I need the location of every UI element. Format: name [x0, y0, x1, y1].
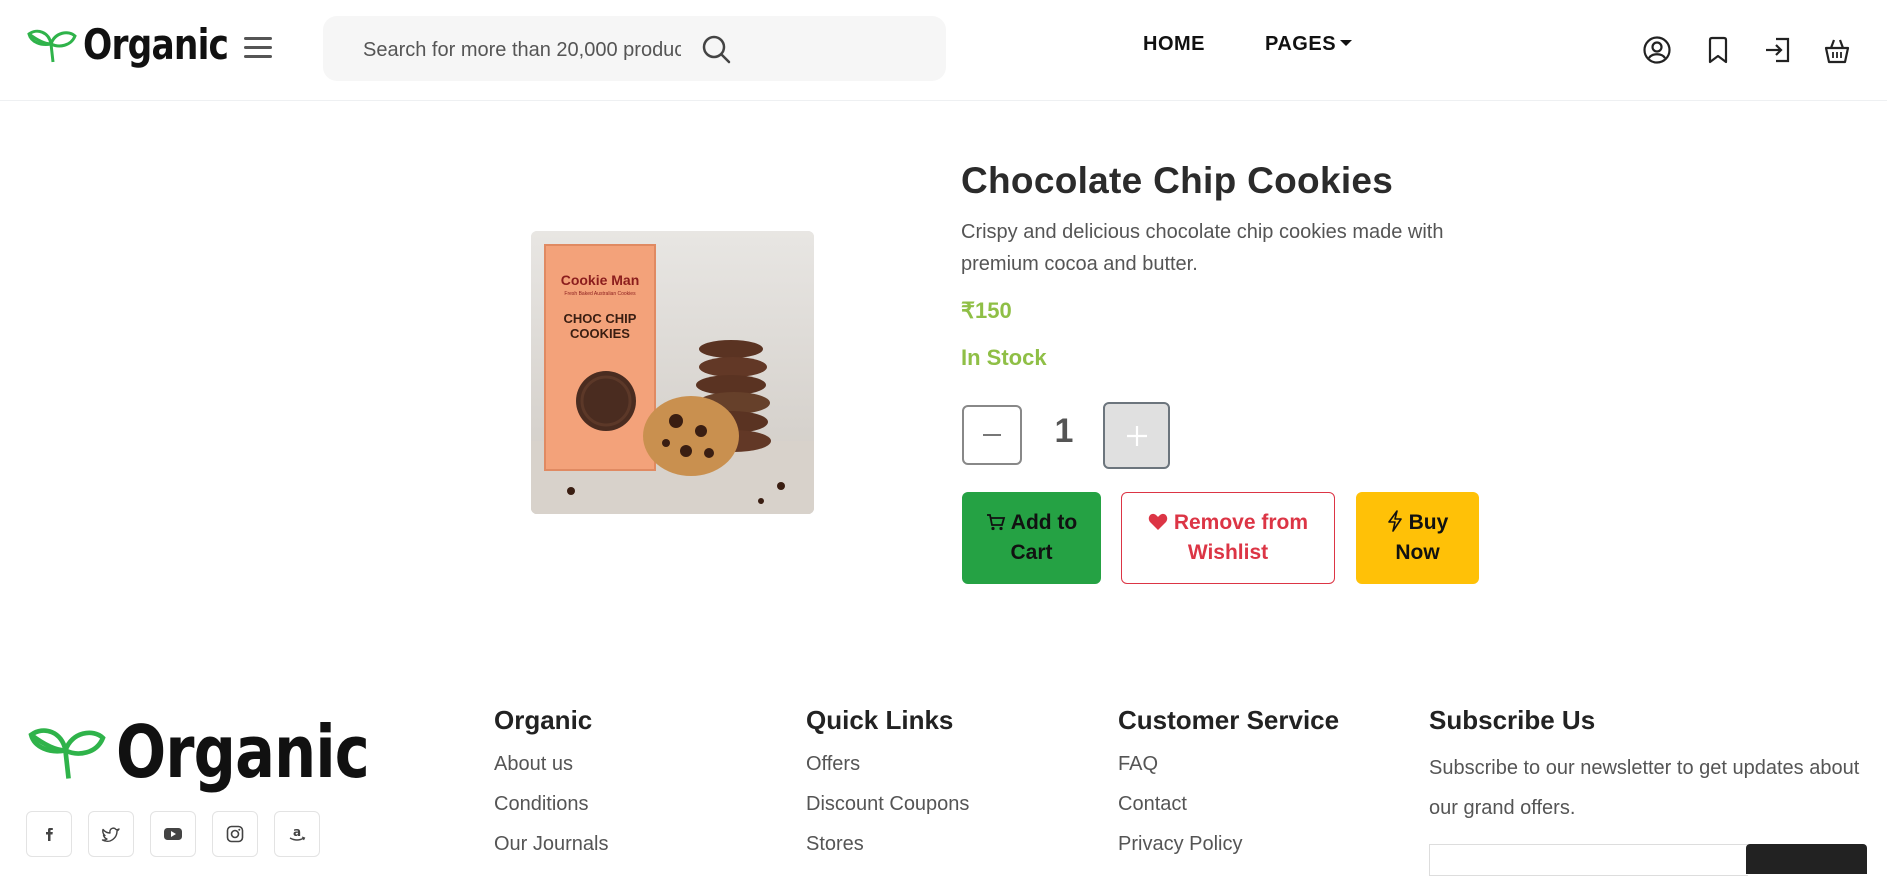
- leaf-logo-icon: [28, 728, 106, 779]
- amazon-icon: a: [289, 825, 306, 841]
- lightning-icon: [1387, 510, 1402, 532]
- footer-link-contact[interactable]: Contact: [1118, 793, 1187, 816]
- add-to-cart-button[interactable]: Add to Cart: [962, 492, 1101, 584]
- youtube-link[interactable]: [150, 811, 196, 857]
- footer-link-stores[interactable]: Stores: [806, 833, 864, 856]
- add-to-cart-label: Add to Cart: [1010, 511, 1078, 564]
- quantity-value: 1: [1054, 412, 1074, 450]
- instagram-link[interactable]: [212, 811, 258, 857]
- footer-link-privacy-policy[interactable]: Privacy Policy: [1118, 833, 1242, 856]
- user-icon[interactable]: [1642, 35, 1672, 65]
- footer-link-faq[interactable]: FAQ: [1118, 753, 1158, 776]
- search-input[interactable]: [361, 34, 683, 66]
- footer-subscribe-title: Subscribe Us: [1429, 705, 1596, 735]
- footer-link-about-us[interactable]: About us: [494, 753, 573, 776]
- quantity-increase-button[interactable]: [1103, 402, 1170, 469]
- cart-icon: [986, 514, 1005, 531]
- footer-subscribe-text: Subscribe to our newsletter to get updat…: [1429, 757, 1860, 819]
- basket-icon[interactable]: [1822, 35, 1852, 65]
- caret-down-icon: [1340, 39, 1353, 46]
- plus-icon: [1126, 425, 1147, 446]
- stock-status: In Stock: [961, 345, 1047, 370]
- nav-pages-label: PAGES: [1265, 33, 1337, 55]
- heart-icon: [1148, 513, 1168, 530]
- svg-text:a: a: [293, 825, 301, 839]
- facebook-icon: [46, 828, 53, 841]
- product-image: Cookie Man Fresh Baked Australian Cookie…: [531, 231, 814, 514]
- remove-from-wishlist-label: Remove from Wishlist: [1173, 511, 1309, 564]
- login-icon[interactable]: [1763, 35, 1793, 65]
- footer-col-organic-title: Organic: [494, 705, 593, 735]
- menu-toggle-icon[interactable]: [244, 37, 272, 59]
- subscribe-button[interactable]: [1746, 844, 1867, 874]
- twitter-icon: [101, 827, 120, 843]
- search-bar: [323, 16, 946, 81]
- amazon-link[interactable]: a: [274, 811, 320, 857]
- logo-text: Organic: [83, 20, 229, 69]
- twitter-link[interactable]: [88, 811, 134, 857]
- package-name-line2: COOKIES: [570, 326, 630, 341]
- footer-col-customer-service-title: Customer Service: [1118, 705, 1340, 735]
- product-description: Crispy and delicious chocolate chip cook…: [961, 221, 1444, 275]
- leaf-logo-icon: [27, 29, 77, 62]
- footer-logo-text: Organic: [116, 710, 370, 794]
- package-tagline: Fresh Baked Australian Cookies: [564, 291, 636, 297]
- minus-icon: [983, 434, 1001, 436]
- footer-logo[interactable]: Organic: [28, 710, 424, 794]
- instagram-icon: [226, 825, 244, 843]
- youtube-icon: [164, 828, 182, 840]
- product-title: Chocolate Chip Cookies: [961, 160, 1394, 201]
- nav-pages[interactable]: PAGES: [1265, 33, 1353, 56]
- site-header: Organic HOME PAGES: [0, 0, 1887, 101]
- subscribe-email-input[interactable]: [1429, 844, 1748, 876]
- facebook-link[interactable]: [26, 811, 72, 857]
- footer-link-discount-coupons[interactable]: Discount Coupons: [806, 793, 969, 816]
- package-brand: Cookie Man: [561, 272, 640, 288]
- package-name-line1: CHOC CHIP: [564, 311, 637, 326]
- footer-link-our-journals[interactable]: Our Journals: [494, 833, 609, 856]
- quantity-decrease-button[interactable]: [962, 405, 1022, 465]
- site-logo[interactable]: Organic: [27, 20, 260, 69]
- buy-now-label: Buy Now: [1395, 511, 1449, 564]
- footer-col-quick-links-title: Quick Links: [806, 705, 954, 735]
- footer-link-offers[interactable]: Offers: [806, 753, 860, 776]
- nav-home[interactable]: HOME: [1143, 33, 1205, 56]
- bookmark-icon[interactable]: [1703, 35, 1733, 65]
- product-price: ₹150: [961, 298, 1012, 323]
- remove-from-wishlist-button[interactable]: Remove from Wishlist: [1121, 492, 1335, 584]
- footer-link-conditions[interactable]: Conditions: [494, 793, 589, 816]
- buy-now-button[interactable]: Buy Now: [1356, 492, 1479, 584]
- search-icon[interactable]: [701, 34, 731, 64]
